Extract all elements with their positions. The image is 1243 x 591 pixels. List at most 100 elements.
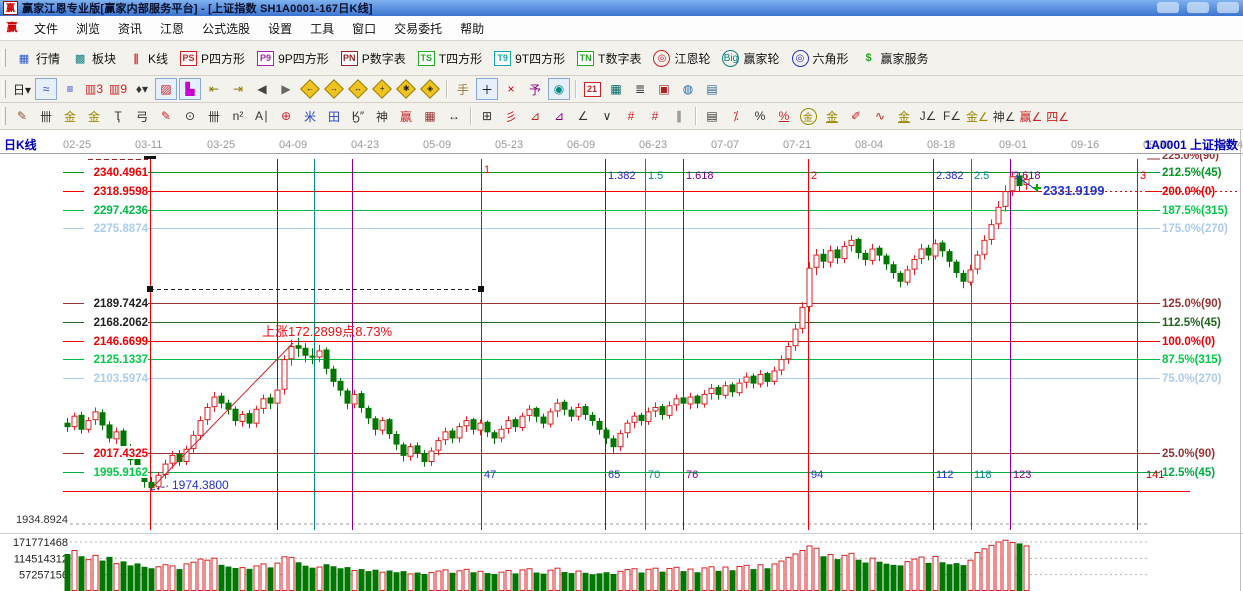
view-scroll-kline-icon[interactable]: ≈ [35, 78, 57, 100]
view-chart-9-icon[interactable]: ▥9 [107, 78, 129, 100]
view-web-sync-icon[interactable]: ◍ [677, 78, 699, 100]
draw-win-angle-icon[interactable]: 赢∠ [1019, 105, 1044, 127]
view-shift-right-icon[interactable]: → [323, 78, 345, 100]
toolbar-button-winner-wheel[interactable]: Big 赢家轮 [716, 46, 785, 70]
toolbar-button-winner-service[interactable]: $ 赢家服务 [855, 46, 935, 70]
draw-gold-underline-icon[interactable]: 金 [893, 105, 915, 127]
menu-item-2[interactable]: 资讯 [109, 18, 151, 39]
toolbar-button-t-number-table[interactable]: TN T数字表 [571, 46, 647, 70]
draw-ruler-box-icon[interactable]: ▤ [701, 105, 723, 127]
view-delete-drawing-icon[interactable]: × [500, 78, 522, 100]
draw-time-clock-icon[interactable]: ⊙ [179, 105, 201, 127]
draw-fan-box-icon[interactable]: ⊿ [524, 105, 546, 127]
toolbar-button-kline[interactable]: ∥ K线 [122, 46, 174, 70]
draw-shen-angle-icon[interactable]: 神∠ [992, 105, 1017, 127]
view-memo-icon[interactable]: ≣ [629, 78, 651, 100]
toolbar-button-p-square[interactable]: PS P四方形 [174, 46, 251, 70]
toolbar-button-9p-square[interactable]: P9 9P四方形 [251, 46, 335, 70]
draw-angle-lines-icon[interactable]: ∠ [572, 105, 594, 127]
menu-item-7[interactable]: 窗口 [343, 18, 385, 39]
minimize-button[interactable] [1157, 2, 1179, 13]
draw-red-knife-icon[interactable]: ✎ [155, 105, 177, 127]
draw-percent-icon[interactable]: % [749, 105, 771, 127]
view-last-page-icon[interactable]: ⇥ [227, 78, 249, 100]
kline-chart-svg[interactable]: 171771468 114514312 57257156 1934.8924 2 25.0… [0, 130, 1243, 591]
view-gann-text-tool-icon[interactable]: 予 [524, 78, 546, 100]
draw-gold-fence-1-icon[interactable]: 金 [59, 105, 81, 127]
draw-box-tool-icon[interactable]: ⊞ [476, 105, 498, 127]
draw-knife-tool-icon[interactable]: ✎ [11, 105, 33, 127]
menu-item-9[interactable]: 帮助 [451, 18, 493, 39]
draw-v-lines-icon[interactable]: ∨ [596, 105, 618, 127]
menu-item-1[interactable]: 浏览 [67, 18, 109, 39]
draw-four-angle-icon[interactable]: 四∠ [1045, 105, 1070, 127]
menu-item-3[interactable]: 江恩 [151, 18, 193, 39]
view-workstation-icon[interactable]: ▤ [701, 78, 723, 100]
view-crosshair-icon[interactable]: ＋ [476, 78, 498, 100]
view-expand-h-icon[interactable]: ↔ [347, 78, 369, 100]
view-pan-hand-icon[interactable]: 手 [452, 78, 474, 100]
draw-n-square-icon[interactable]: n² [227, 105, 249, 127]
draw-gold-angle-icon[interactable]: 金∠ [965, 105, 990, 127]
toolbar-button-p-number-table[interactable]: PN P数字表 [335, 46, 412, 70]
kline-chart-area[interactable]: 171771468 114514312 57257156 1934.8924 2 25.0… [0, 130, 1243, 591]
draw-wave-icon[interactable]: ∿ [869, 105, 891, 127]
draw-a-line-icon[interactable]: A∣ [251, 105, 273, 127]
draw-red-grid-1-icon[interactable]: # [620, 105, 642, 127]
draw-grid-123-icon[interactable]: ▦ [419, 105, 441, 127]
draw-j-angle-icon[interactable]: J∠ [917, 105, 939, 127]
view-save-icon[interactable]: ▣ [653, 78, 675, 100]
draw-fence-lines-icon[interactable]: 卌 [35, 105, 57, 127]
view-map-mode-icon[interactable]: ▨ [155, 78, 177, 100]
menu-item-5[interactable]: 设置 [259, 18, 301, 39]
view-period-daily-dropdown-icon[interactable]: 日▾ [11, 78, 33, 100]
draw-fence-lines-2-icon[interactable]: 卌 [203, 105, 225, 127]
view-first-page-icon[interactable]: ⇤ [203, 78, 225, 100]
draw-percent-slash-icon[interactable]: ⁒ [725, 105, 747, 127]
view-smart-analysis-icon[interactable]: ◉ [548, 78, 570, 100]
draw-blue-star-icon[interactable]: 米 [299, 105, 321, 127]
toolbar-button-quotes[interactable]: ▦ 行情 [10, 46, 66, 70]
draw-blue-grid-box-icon[interactable]: 田 [323, 105, 345, 127]
draw-gold-fence-2-icon[interactable]: 金 [83, 105, 105, 127]
draw-parallel-lines-icon[interactable]: ∥ [668, 105, 690, 127]
draw-f-angle-icon[interactable]: F∠ [941, 105, 963, 127]
view-compress-h-icon[interactable]: + [371, 78, 393, 100]
view-calculator-icon[interactable]: ▦ [605, 78, 627, 100]
view-expand-all-icon[interactable]: ✱ [395, 78, 417, 100]
draw-percent-line-icon[interactable]: % [773, 105, 795, 127]
toolbar-button-9t-square[interactable]: T9 9T四方形 [488, 46, 571, 70]
view-calendar-21-icon[interactable]: 21 [581, 78, 603, 100]
view-page-right-icon[interactable]: ▶ [275, 78, 297, 100]
close-button[interactable] [1217, 2, 1239, 13]
view-page-left-icon[interactable]: ◀ [251, 78, 273, 100]
view-volume-profile-icon[interactable]: ▙ [179, 78, 201, 100]
draw-k-quote-icon[interactable]: Ӄ″ [347, 105, 369, 127]
menu-item-8[interactable]: 交易委托 [385, 18, 451, 39]
menu-item-4[interactable]: 公式选股 [193, 18, 259, 39]
draw-coil-icon[interactable]: 弓 [131, 105, 153, 127]
maximize-button[interactable] [1187, 2, 1209, 13]
view-info-panel-icon[interactable]: ≡ [59, 78, 81, 100]
view-candle-style-dropdown-icon[interactable]: ♦▾ [131, 78, 153, 100]
draw-red-grid-2-icon[interactable]: # [644, 105, 666, 127]
draw-circle-cross-icon[interactable]: ⊕ [275, 105, 297, 127]
menu-item-0[interactable]: 文件 [25, 18, 67, 39]
draw-fan-lines-icon[interactable]: 彡 [500, 105, 522, 127]
draw-width-measure-icon[interactable]: ↔ [443, 105, 465, 127]
draw-gold-circle-icon[interactable]: 金 [797, 105, 819, 127]
draw-f-fence-icon[interactable]: Ҭ [107, 105, 129, 127]
draw-win-box-icon[interactable]: 赢 [395, 105, 417, 127]
draw-shen-fence-icon[interactable]: 神 [371, 105, 393, 127]
view-shift-left-icon[interactable]: ← [299, 78, 321, 100]
view-chart-3-icon[interactable]: ▥3 [83, 78, 105, 100]
view-fit-all-icon[interactable]: ◈ [419, 78, 441, 100]
menu-item-6[interactable]: 工具 [301, 18, 343, 39]
toolbar-button-hexagon[interactable]: ◎ 六角形 [786, 46, 855, 70]
toolbar-button-gann-wheel[interactable]: ◎ 江恩轮 [647, 46, 716, 70]
toolbar-button-t-square[interactable]: TS T四方形 [412, 46, 488, 70]
draw-gold-line-icon[interactable]: 金 [821, 105, 843, 127]
draw-fan-box-2-icon[interactable]: ⊿ [548, 105, 570, 127]
toolbar-button-sectors[interactable]: ▩ 板块 [66, 46, 122, 70]
draw-ink-pen-icon[interactable]: ✐ [845, 105, 867, 127]
